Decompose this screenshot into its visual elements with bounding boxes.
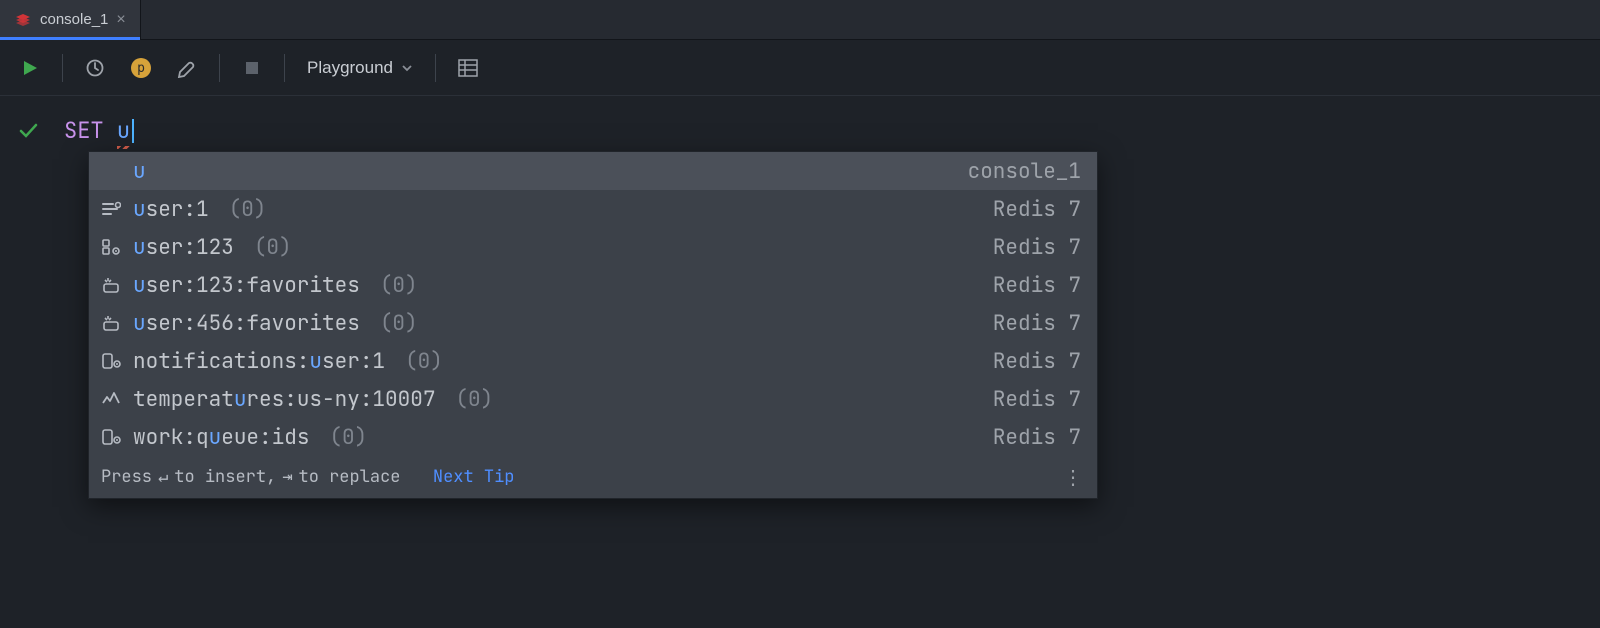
autocomplete-item-source: Redis 7	[993, 196, 1081, 223]
code-keyword: SET	[64, 116, 104, 145]
mode-dropdown-label: Playground	[307, 58, 393, 78]
stop-button[interactable]	[232, 48, 272, 88]
autocomplete-item-source: Redis 7	[993, 234, 1081, 261]
list-icon	[99, 351, 123, 371]
autocomplete-item-meta: (0)	[380, 310, 418, 337]
autocomplete-item-label: user:1	[133, 196, 209, 223]
autocomplete-item-label: user:123	[133, 234, 234, 261]
toolbar: p Playground	[0, 40, 1600, 96]
more-icon[interactable]: ⋮	[1063, 464, 1085, 490]
autocomplete-item-label: user:456:favorites	[133, 310, 360, 337]
footer-text: to replace	[299, 466, 401, 488]
autocomplete-item[interactable]: user:123:favorites (0) Redis 7	[89, 266, 1097, 304]
autocomplete-item-meta: (0)	[455, 386, 493, 413]
separator	[219, 54, 220, 82]
autocomplete-item[interactable]: user:1 (0) Redis 7	[89, 190, 1097, 228]
settings-button[interactable]	[167, 48, 207, 88]
autocomplete-item[interactable]: user:456:favorites (0) Redis 7	[89, 304, 1097, 342]
autocomplete-item[interactable]: notifications:user:1 (0) Redis 7	[89, 342, 1097, 380]
footer-text: Press	[101, 466, 152, 488]
set-icon	[99, 313, 123, 333]
tab-label: console_1	[40, 11, 108, 28]
autocomplete-item-meta: (0)	[405, 348, 443, 375]
ts-icon	[99, 389, 123, 409]
code-line[interactable]: SET u	[14, 116, 1586, 145]
autocomplete-item[interactable]: user:123 (0) Redis 7	[89, 228, 1097, 266]
check-icon	[18, 121, 38, 141]
close-icon[interactable]: ×	[116, 11, 125, 29]
tab-key-icon: ⇥	[282, 466, 292, 488]
autocomplete-item-source: Redis 7	[993, 310, 1081, 337]
autocomplete-item-source: Redis 7	[993, 424, 1081, 451]
autocomplete-item-source: Redis 7	[993, 272, 1081, 299]
chevron-down-icon	[401, 62, 413, 74]
autocomplete-item-meta: (0)	[329, 424, 367, 451]
autocomplete-popup: u console_1 user:1 (0) Redis 7 user:123 (0) Red…	[88, 151, 1098, 499]
list-icon	[99, 427, 123, 447]
set-icon	[99, 275, 123, 295]
text-caret	[132, 119, 134, 143]
autocomplete-item-source: console_1	[968, 158, 1081, 185]
autocomplete-item-meta: (0)	[229, 196, 267, 223]
code-typed: u	[117, 116, 130, 145]
autocomplete-item[interactable]: temperatures:us-ny:10007 (0) Redis 7	[89, 380, 1097, 418]
enter-key-icon: ↵	[158, 466, 168, 488]
autocomplete-item-source: Redis 7	[993, 348, 1081, 375]
autocomplete-item[interactable]: work:queue:ids (0) Redis 7	[89, 418, 1097, 456]
autocomplete-item-label: notifications:user:1	[133, 348, 385, 375]
history-button[interactable]	[75, 48, 115, 88]
autocomplete-footer: Press ↵ to insert, ⇥ to replace Next Tip…	[89, 456, 1097, 498]
separator	[62, 54, 63, 82]
footer-text: to insert,	[174, 466, 276, 488]
autocomplete-item[interactable]: u console_1	[89, 152, 1097, 190]
separator	[284, 54, 285, 82]
next-tip-link[interactable]: Next Tip	[433, 466, 515, 488]
string-icon	[99, 199, 123, 219]
mode-dropdown[interactable]: Playground	[297, 54, 423, 82]
autocomplete-item-label: user:123:favorites	[133, 272, 360, 299]
autocomplete-item-source: Redis 7	[993, 386, 1081, 413]
profile-button[interactable]: p	[121, 48, 161, 88]
autocomplete-item-meta: (0)	[254, 234, 292, 261]
tab-strip: console_1 ×	[0, 0, 1600, 40]
autocomplete-item-label: work:queue:ids	[133, 424, 309, 451]
svg-text:p: p	[137, 61, 145, 76]
hash-icon	[99, 237, 123, 257]
autocomplete-item-label: u	[133, 158, 146, 185]
redis-icon	[14, 11, 32, 29]
autocomplete-item-meta: (0)	[380, 272, 418, 299]
editor[interactable]: SET u uconsole_1user:1(0)Redis 7user:123…	[0, 96, 1600, 628]
table-view-button[interactable]	[448, 48, 488, 88]
run-button[interactable]	[10, 48, 50, 88]
separator	[435, 54, 436, 82]
tab-console-1[interactable]: console_1 ×	[0, 0, 141, 39]
autocomplete-item-label: temperatures:us-ny:10007	[133, 386, 435, 413]
